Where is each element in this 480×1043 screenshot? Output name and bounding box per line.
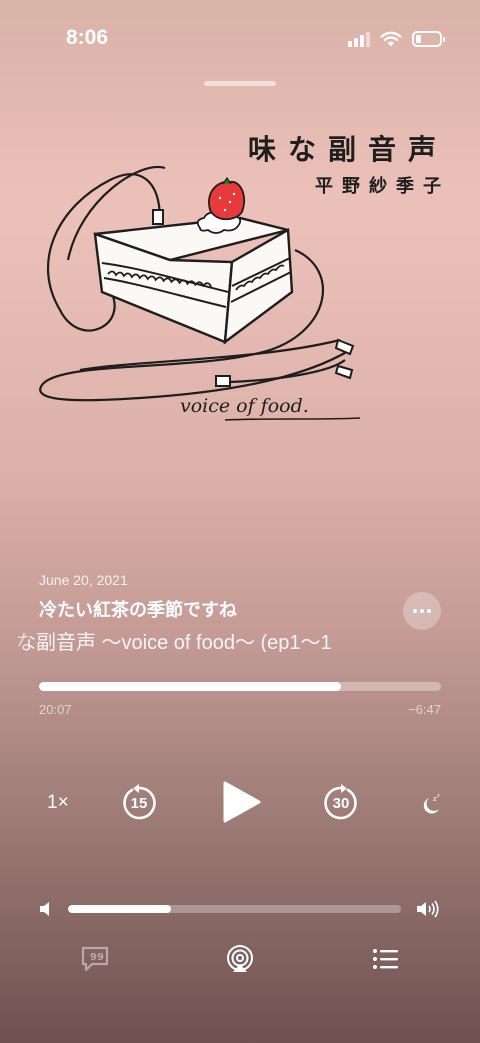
handwritten-caption: voice of food. (180, 395, 309, 417)
airplay-button[interactable] (225, 944, 255, 974)
episode-date: June 20, 2021 (39, 572, 128, 588)
speaker-low-icon (40, 902, 49, 916)
queue-button[interactable] (371, 944, 401, 974)
show-name-marquee[interactable]: な副音声 〜voice of food〜 (ep1〜1 (0, 626, 400, 652)
volume-fill (68, 905, 172, 913)
more-button[interactable] (403, 592, 441, 630)
list-icon (373, 949, 398, 969)
transcript-button[interactable]: 99 (80, 944, 110, 974)
episode-title: 冷たい紅茶の季節ですね (39, 600, 237, 620)
skip-forward-button[interactable]: 30 (322, 784, 360, 822)
status-time: 8:06 (66, 26, 109, 49)
time-elapsed: 20:07 (39, 702, 72, 717)
wifi-icon (380, 31, 402, 47)
play-icon (223, 781, 261, 823)
battery-icon (412, 31, 445, 47)
speaker-high-icon (417, 900, 439, 918)
time-remaining: −6:47 (408, 702, 441, 717)
status-bar: 8:06 (0, 0, 480, 80)
playback-progress-fill (39, 682, 341, 691)
status-icons (348, 30, 445, 48)
artwork-title: 味な副音声 (247, 133, 448, 166)
volume-slider[interactable] (68, 905, 401, 913)
moon-sleep-icon: z z (423, 793, 440, 814)
playback-speed-button[interactable]: 1× (47, 792, 69, 814)
playback-scrubber[interactable] (39, 682, 441, 691)
play-button[interactable] (219, 780, 263, 824)
show-name: な副音声 〜voice of food〜 (ep1〜1 (16, 632, 332, 652)
artwork-author: 平野紗季子 (315, 176, 450, 197)
skip-back-button[interactable]: 15 (120, 784, 158, 822)
sleep-timer-button[interactable]: z z (419, 792, 443, 816)
cellular-signal-icon (348, 31, 370, 47)
sheet-grabber[interactable] (204, 81, 276, 86)
skip-back-seconds: 15 (130, 795, 148, 812)
airplay-icon (227, 945, 253, 972)
svg-text:99: 99 (90, 952, 104, 963)
quote-bubble-icon: 99 (81, 946, 109, 972)
skip-forward-seconds: 30 (332, 795, 350, 812)
svg-text:z: z (437, 793, 440, 799)
ellipsis-icon (413, 609, 417, 613)
